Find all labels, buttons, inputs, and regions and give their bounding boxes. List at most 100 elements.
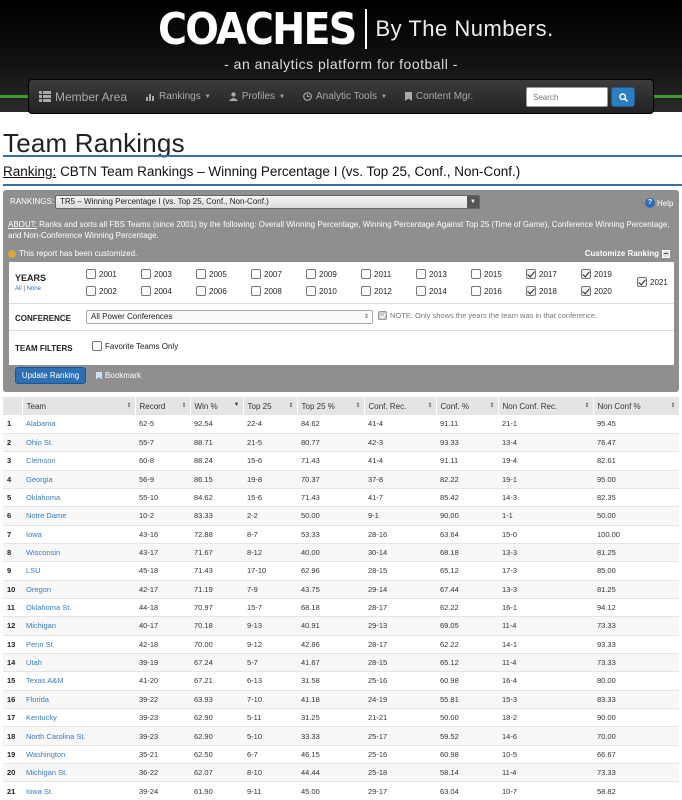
column-header[interactable]: [3, 397, 23, 415]
year-option[interactable]: 2005: [196, 269, 227, 279]
column-header[interactable]: Win % ▼: [190, 397, 244, 415]
year-option[interactable]: 2009: [306, 269, 337, 279]
year-option[interactable]: 2020: [581, 286, 612, 296]
team-cell[interactable]: Oklahoma St.: [22, 598, 135, 618]
team-cell[interactable]: Kentucky: [22, 708, 135, 728]
year-option[interactable]: 2008: [251, 286, 282, 296]
search-input[interactable]: [526, 87, 608, 107]
year-option[interactable]: 2019: [581, 269, 612, 279]
team-link[interactable]: Kentucky: [26, 713, 57, 722]
year-option[interactable]: 2006: [196, 286, 227, 296]
year-checkbox[interactable]: [251, 286, 261, 296]
year-option[interactable]: 2011: [361, 269, 391, 279]
team-link[interactable]: Oklahoma: [26, 493, 60, 502]
team-link[interactable]: Notre Dame: [26, 511, 66, 520]
favorite-teams-checkbox[interactable]: [92, 341, 102, 351]
column-header[interactable]: Top 25 ⇕: [243, 397, 298, 415]
team-link[interactable]: Oregon: [26, 585, 51, 594]
team-cell[interactable]: Texas A&M: [22, 671, 135, 691]
year-checkbox[interactable]: [141, 286, 151, 296]
year-checkbox[interactable]: [306, 269, 316, 279]
rankings-select[interactable]: TR5 – Winning Percentage I (vs. Top 25, …: [55, 195, 480, 209]
search-button[interactable]: [611, 87, 635, 107]
year-option[interactable]: 2002: [86, 286, 117, 296]
team-link[interactable]: Iowa: [26, 530, 42, 539]
year-option[interactable]: 2007: [251, 269, 282, 279]
team-cell[interactable]: Notre Dame: [22, 506, 135, 526]
years-all-link[interactable]: All: [15, 286, 22, 292]
years-none-link[interactable]: None: [27, 286, 41, 292]
team-cell[interactable]: Clemson: [22, 451, 135, 471]
team-cell[interactable]: Michigan: [22, 616, 135, 636]
year-checkbox[interactable]: [361, 269, 371, 279]
nav-content-mgr[interactable]: Content Mgr.: [396, 91, 482, 102]
year-checkbox[interactable]: [581, 269, 591, 279]
column-header[interactable]: Conf. % ⇕: [436, 397, 499, 415]
team-cell[interactable]: Washington: [22, 745, 135, 765]
year-option[interactable]: 2010: [306, 286, 337, 296]
team-cell[interactable]: LSU: [22, 561, 135, 581]
year-option[interactable]: 2021: [637, 277, 668, 287]
team-cell[interactable]: Georgia: [22, 470, 135, 489]
team-link[interactable]: Penn St.: [26, 640, 55, 649]
year-option[interactable]: 2003: [141, 269, 172, 279]
team-link[interactable]: Wisconsin: [26, 548, 60, 557]
team-cell[interactable]: Wisconsin: [22, 543, 135, 563]
customize-ranking-toggle[interactable]: Customize Ranking −: [585, 249, 670, 258]
column-header[interactable]: Non Conf. Rec. ⇕: [498, 397, 594, 415]
team-link[interactable]: Michigan: [26, 621, 56, 630]
team-link[interactable]: Iowa St.: [26, 787, 53, 796]
nav-analytic-tools[interactable]: Analytic Tools ▼: [294, 91, 396, 102]
team-link[interactable]: LSU: [26, 566, 41, 575]
year-checkbox[interactable]: [361, 286, 371, 296]
year-option[interactable]: 2016: [471, 286, 502, 296]
team-link[interactable]: North Carolina St.: [26, 732, 86, 741]
team-cell[interactable]: Iowa St.: [22, 781, 135, 800]
team-link[interactable]: Utah: [26, 658, 42, 667]
team-link[interactable]: Michigan St.: [26, 768, 67, 777]
year-checkbox[interactable]: [416, 286, 426, 296]
team-cell[interactable]: Florida: [22, 690, 135, 710]
year-checkbox[interactable]: [526, 286, 536, 296]
year-option[interactable]: 2018: [526, 286, 557, 296]
team-link[interactable]: Ohio St.: [26, 438, 53, 447]
year-checkbox[interactable]: [86, 286, 96, 296]
nav-member-area[interactable]: Member Area: [29, 90, 137, 104]
column-header[interactable]: Record ⇕: [135, 397, 191, 415]
year-option[interactable]: 2001: [86, 269, 117, 279]
team-cell[interactable]: Utah: [22, 653, 135, 673]
column-header[interactable]: Non Conf % ⇕: [593, 397, 680, 415]
team-link[interactable]: Florida: [26, 695, 49, 704]
team-cell[interactable]: Michigan St.: [22, 763, 135, 783]
site-logo[interactable]: COACHES By The Numbers.: [158, 4, 554, 55]
year-checkbox[interactable]: [416, 269, 426, 279]
favorite-teams-option[interactable]: Favorite Teams Only: [92, 341, 178, 351]
team-link[interactable]: Georgia: [26, 475, 53, 484]
year-option[interactable]: 2015: [471, 269, 502, 279]
team-cell[interactable]: Oregon: [22, 580, 135, 599]
team-link[interactable]: Alabama: [26, 419, 56, 428]
year-checkbox[interactable]: [471, 286, 481, 296]
column-header[interactable]: Conf. Rec. ⇕: [364, 397, 437, 415]
year-checkbox[interactable]: [637, 277, 647, 287]
conference-select[interactable]: All Power Conferences ⇕: [86, 310, 373, 324]
team-cell[interactable]: Ohio St.: [22, 433, 135, 453]
year-checkbox[interactable]: [251, 269, 261, 279]
nav-rankings[interactable]: Rankings ▼: [137, 91, 220, 102]
year-checkbox[interactable]: [526, 269, 536, 279]
year-checkbox[interactable]: [86, 269, 96, 279]
column-header[interactable]: Top 25 % ⇕: [297, 397, 365, 415]
year-option[interactable]: 2004: [141, 286, 172, 296]
team-cell[interactable]: Oklahoma: [22, 488, 135, 508]
year-checkbox[interactable]: [306, 286, 316, 296]
year-option[interactable]: 2014: [416, 286, 447, 296]
nav-profiles[interactable]: Profiles ▼: [220, 91, 294, 102]
year-checkbox[interactable]: [196, 286, 206, 296]
team-cell[interactable]: Alabama: [22, 415, 135, 434]
update-ranking-button[interactable]: Update Ranking: [15, 367, 86, 384]
team-link[interactable]: Washington: [26, 750, 65, 759]
year-checkbox[interactable]: [471, 269, 481, 279]
team-cell[interactable]: Penn St.: [22, 635, 135, 654]
year-checkbox[interactable]: [581, 286, 591, 296]
team-link[interactable]: Texas A&M: [26, 676, 64, 685]
